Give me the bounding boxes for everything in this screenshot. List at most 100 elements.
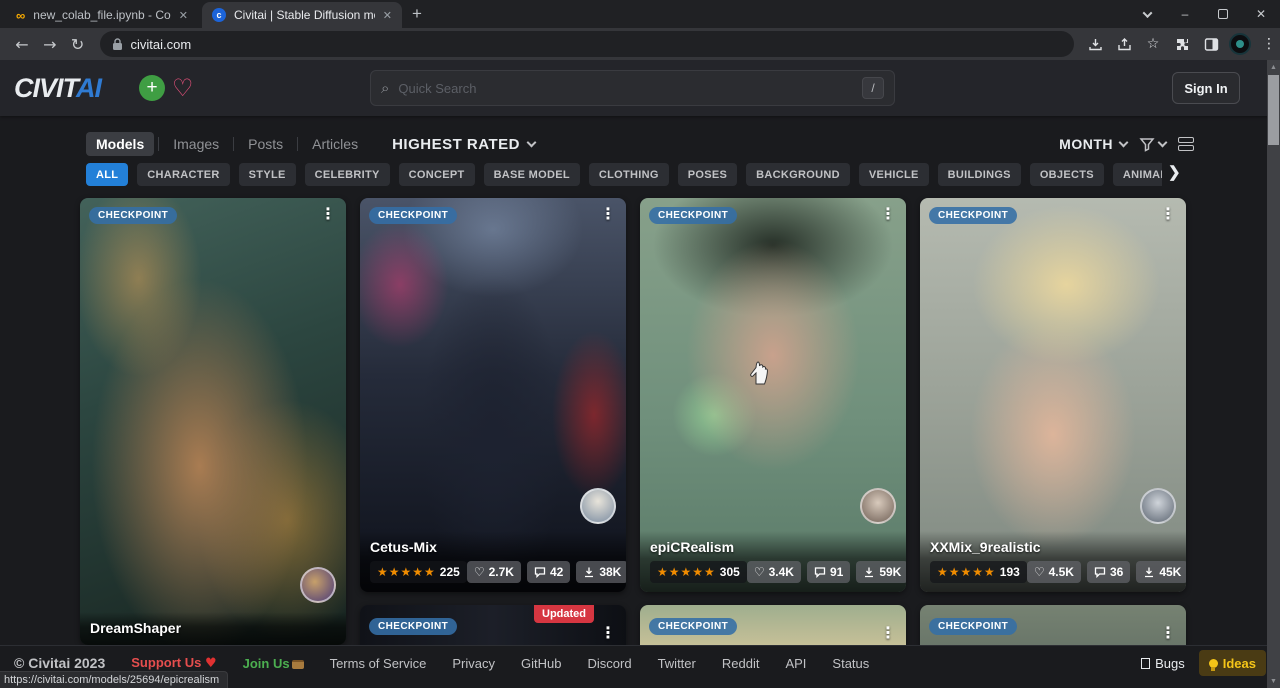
card-menu-icon[interactable]: ⋮ [880,623,896,642]
card-menu-icon[interactable]: ⋮ [1160,623,1176,642]
card-menu-icon[interactable]: ⋮ [600,623,616,642]
model-card-dreamshaper[interactable]: CHECKPOINT ⋮ DreamShaper [80,198,346,645]
category-chip-celebrity[interactable]: CELEBRITY [305,163,390,186]
back-button[interactable]: ← [8,35,36,54]
forward-button[interactable]: → [36,35,64,54]
toolbar-icons: ☆ ⋮ [1084,33,1280,55]
category-chip-vehicle[interactable]: VEHICLE [859,163,929,186]
model-card-xxmix9realistic[interactable]: CHECKPOINT ⋮ XXMix_9realistic ★★★★★ 193 … [920,198,1186,592]
model-type-badge: CHECKPOINT [369,618,457,635]
category-chip-character[interactable]: CHARACTER [137,163,229,186]
search-shortcut-key: / [862,77,884,99]
content-tab-models[interactable]: Models [86,132,154,156]
category-chip-concept[interactable]: CONCEPT [399,163,475,186]
footer-link-status[interactable]: Status [832,656,869,671]
browser-tab-colab[interactable]: ∞ new_colab_file.ipynb - Colaborat ✕ [6,2,198,28]
footer-link-privacy[interactable]: Privacy [452,656,495,671]
likes-pill: ♡2.7K [467,561,521,583]
model-card-epicrealism[interactable]: CHECKPOINT ⋮ epiCRealism ★★★★★ 305 ♡3.4K… [640,198,906,592]
card-footer: XXMix_9realistic ★★★★★ 193 ♡4.5K 36 45K [920,531,1186,592]
scroll-up-icon[interactable]: ▲ [1267,60,1280,74]
footer-link-reddit[interactable]: Reddit [722,656,760,671]
sign-in-button[interactable]: Sign In [1172,72,1240,104]
footer-link-api[interactable]: API [785,656,806,671]
bookmark-star-icon[interactable]: ☆ [1142,33,1164,55]
category-chip-all[interactable]: ALL [86,163,128,186]
share-icon[interactable] [1113,33,1135,55]
window-close-button[interactable]: ✕ [1242,0,1280,28]
category-chip-clothing[interactable]: CLOTHING [589,163,669,186]
scrollbar-thumb[interactable] [1268,75,1279,145]
downloads-pill: 38K [576,561,626,583]
minimize-button[interactable]: – [1166,0,1204,28]
card-menu-icon[interactable]: ⋮ [1160,204,1176,223]
page-scrollbar[interactable]: ▲ ▼ [1267,60,1280,688]
layout-toggle-button[interactable] [1178,137,1194,151]
content-tab-images[interactable]: Images [163,132,229,156]
content-nav-row: ModelsImagesPostsArticles HIGHEST RATED … [86,130,1194,158]
tab-close-icon[interactable]: ✕ [383,9,392,22]
creator-avatar[interactable] [580,488,616,524]
card-stats: ★★★★★ 225 ♡2.7K 42 38K [370,561,616,583]
card-menu-icon[interactable]: ⋮ [600,204,616,223]
lightbulb-icon [1209,659,1218,668]
model-card-cetus-mix[interactable]: CHECKPOINT ⋮ Cetus-Mix ★★★★★ 225 ♡2.7K 4… [360,198,626,592]
maximize-button[interactable] [1204,0,1242,28]
card-stats: ★★★★★ 305 ♡3.4K 91 59K [650,561,896,583]
browser-menu-icon[interactable]: ⋮ [1258,33,1280,55]
url-bar[interactable]: civitai.com [100,31,1074,57]
category-chip-poses[interactable]: POSES [678,163,737,186]
profile-avatar[interactable] [1229,33,1251,55]
creator-avatar[interactable] [1140,488,1176,524]
downloads-pill: 45K [1136,561,1186,583]
creator-avatar[interactable] [860,488,896,524]
create-plus-button[interactable]: + [139,75,165,101]
footer-link-support-us[interactable]: Support Us ♥ [131,655,216,671]
card-menu-icon[interactable]: ⋮ [880,204,896,223]
heart-icon: ♡ [474,565,485,579]
side-panel-icon[interactable] [1200,33,1222,55]
comments-pill: 42 [527,561,570,583]
bugs-button[interactable]: Bugs [1141,656,1185,671]
category-chip-objects[interactable]: OBJECTS [1030,163,1104,186]
download-icon [863,566,875,578]
category-chip-animal[interactable]: ANIMAL [1113,163,1162,186]
new-tab-button[interactable]: + [412,4,422,24]
period-dropdown[interactable]: MONTH [1059,136,1127,152]
content-tab-articles[interactable]: Articles [302,132,368,156]
favorites-heart-icon[interactable]: ♡ [172,74,194,102]
sort-dropdown[interactable]: HIGHEST RATED [392,136,535,153]
browser-tab-civitai[interactable]: c Civitai | Stable Diffusion models, ✕ [202,2,402,28]
content-tab-posts[interactable]: Posts [238,132,293,156]
chevron-down-icon [1158,137,1168,147]
tab-close-icon[interactable]: ✕ [179,9,188,22]
extensions-puzzle-icon[interactable] [1171,33,1193,55]
category-chip-base-model[interactable]: BASE MODEL [484,163,580,186]
nav-right-controls: MONTH [1059,136,1194,152]
category-chip-style[interactable]: STYLE [239,163,296,186]
category-chip-background[interactable]: BACKGROUND [746,163,850,186]
card-menu-icon[interactable]: ⋮ [320,204,336,223]
category-chip-buildings[interactable]: BUILDINGS [938,163,1021,186]
likes-pill: ♡4.5K [1027,561,1081,583]
footer-link-terms-of-service[interactable]: Terms of Service [330,656,427,671]
footer-link-discord[interactable]: Discord [587,656,631,671]
footer-link-twitter[interactable]: Twitter [658,656,696,671]
filter-button[interactable] [1139,136,1166,152]
footer-right: Bugs Ideas [1141,650,1266,676]
download-tray-icon[interactable] [1084,33,1106,55]
creator-avatar[interactable] [300,567,336,603]
reload-button[interactable]: ↻ [64,35,92,54]
ideas-button[interactable]: Ideas [1199,650,1266,676]
tab-search-chevron-icon[interactable] [1128,0,1166,28]
chevron-down-icon [1119,137,1129,147]
updated-badge: Updated [534,605,594,623]
civitai-logo[interactable]: CIVITAI [14,73,101,104]
model-type-badge: CHECKPOINT [929,207,1017,224]
lock-icon [112,38,123,51]
categories-scroll-right-icon[interactable]: ❯ [1168,163,1181,181]
footer-link-github[interactable]: GitHub [521,656,561,671]
quick-search-input[interactable]: ⌕ Quick Search / [370,70,895,106]
footer-link-join-us[interactable]: Join Us [243,656,304,671]
scroll-down-icon[interactable]: ▼ [1267,674,1280,688]
